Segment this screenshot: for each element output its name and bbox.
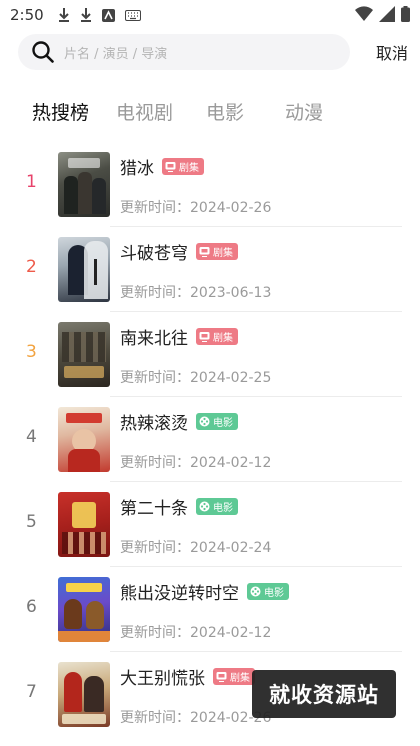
item-title: 斗破苍穹 [120, 244, 188, 264]
item-title: 熊出没逆转时空 [120, 584, 239, 604]
update-time: 更新时间：2024-02-24 [120, 537, 271, 557]
app-notification-icon [101, 8, 115, 22]
series-tag: 剧集 [196, 243, 238, 260]
update-time: 更新时间：2024-02-25 [120, 367, 271, 387]
film-reel-icon [199, 416, 210, 427]
cancel-button[interactable]: 取消 [376, 40, 408, 64]
status-bar: 2:50 [0, 0, 420, 30]
update-date: 2024-02-25 [190, 370, 272, 386]
series-tag: 剧集 [196, 328, 238, 345]
series-tag: 剧集 [213, 668, 255, 685]
watermark-text: 就收资源站 [269, 683, 379, 707]
update-prefix: 更新时间： [120, 625, 190, 641]
item-title: 南来北往 [120, 329, 188, 349]
update-prefix: 更新时间： [120, 370, 190, 386]
list-item[interactable]: 3 南来北往 剧集 更新时间：2024-02-25 [0, 312, 420, 397]
film-reel-icon [199, 501, 210, 512]
tag-label: 电影 [264, 588, 284, 599]
item-title: 第二十条 [120, 499, 188, 519]
poster-image [58, 662, 110, 727]
update-date: 2024-02-12 [190, 455, 272, 471]
tab-anime[interactable]: 动漫 [285, 98, 323, 125]
update-prefix: 更新时间： [120, 455, 190, 471]
rank-number: 1 [26, 172, 37, 192]
search-input[interactable]: 片名 / 演员 / 导演 [18, 34, 350, 70]
list-item[interactable]: 6 熊出没逆转时空 电影 更新时间：2024-02-12 [0, 567, 420, 652]
tag-label: 剧集 [213, 248, 233, 259]
update-time: 更新时间：2024-02-12 [120, 622, 271, 642]
hot-search-list: 1 猎冰 剧集 更新时间：2024-02-26 2 斗破苍穹 剧集 更新时间：2… [0, 142, 420, 737]
movie-tag: 电影 [196, 498, 238, 515]
item-title: 猎冰 [120, 159, 154, 179]
battery-icon [401, 6, 410, 22]
tag-label: 剧集 [230, 673, 250, 684]
signal-icon [379, 6, 395, 22]
tv-icon [199, 332, 210, 342]
update-time: 更新时间：2024-02-26 [120, 707, 271, 727]
search-placeholder: 片名 / 演员 / 导演 [64, 46, 168, 62]
item-title: 热辣滚烫 [120, 414, 188, 434]
category-tabs: 热搜榜 电视剧 电影 动漫 [0, 98, 420, 132]
tv-icon [165, 162, 176, 172]
tag-label: 电影 [213, 418, 233, 429]
rank-number: 6 [26, 597, 37, 617]
poster-image [58, 577, 110, 642]
search-bar: 片名 / 演员 / 导演 取消 [18, 34, 408, 70]
rank-number: 4 [26, 427, 37, 447]
list-item[interactable]: 5 第二十条 电影 更新时间：2024-02-24 [0, 482, 420, 567]
film-reel-icon [250, 586, 261, 597]
update-date: 2024-02-26 [190, 200, 272, 216]
rank-number: 2 [26, 257, 37, 277]
download-icon [80, 8, 91, 22]
item-title: 大王别慌张 [120, 669, 205, 689]
poster-image [58, 152, 110, 217]
rank-number: 3 [26, 342, 37, 362]
tv-icon [216, 672, 227, 682]
series-tag: 剧集 [162, 158, 204, 175]
wifi-icon [355, 6, 373, 22]
movie-tag: 电影 [247, 583, 289, 600]
list-item[interactable]: 1 猎冰 剧集 更新时间：2024-02-26 [0, 142, 420, 227]
tab-tv-series[interactable]: 电视剧 [116, 98, 173, 125]
keyboard-icon [124, 9, 141, 21]
download-icon [58, 8, 69, 22]
rank-number: 7 [26, 682, 37, 702]
update-date: 2024-02-24 [190, 540, 272, 556]
rank-number: 5 [26, 512, 37, 532]
tv-icon [199, 247, 210, 257]
list-item[interactable]: 2 斗破苍穹 剧集 更新时间：2023-06-13 [0, 227, 420, 312]
poster-image [58, 322, 110, 387]
tag-label: 剧集 [179, 163, 199, 174]
poster-image [58, 237, 110, 302]
update-time: 更新时间：2023-06-13 [120, 282, 271, 302]
tag-label: 剧集 [213, 333, 233, 344]
list-item[interactable]: 4 热辣滚烫 电影 更新时间：2024-02-12 [0, 397, 420, 482]
search-icon [32, 41, 54, 63]
update-prefix: 更新时间： [120, 200, 190, 216]
status-time: 2:50 [10, 6, 44, 24]
site-watermark: 就收资源站 [252, 670, 396, 718]
update-prefix: 更新时间： [120, 710, 190, 726]
update-date: 2023-06-13 [190, 285, 272, 301]
update-prefix: 更新时间： [120, 540, 190, 556]
update-time: 更新时间：2024-02-26 [120, 197, 271, 217]
update-date: 2024-02-12 [190, 625, 272, 641]
update-time: 更新时间：2024-02-12 [120, 452, 271, 472]
tab-movies[interactable]: 电影 [206, 98, 244, 125]
movie-tag: 电影 [196, 413, 238, 430]
tag-label: 电影 [213, 503, 233, 514]
poster-image [58, 492, 110, 557]
update-prefix: 更新时间： [120, 285, 190, 301]
tab-hot-search[interactable]: 热搜榜 [32, 98, 89, 125]
poster-image [58, 407, 110, 472]
